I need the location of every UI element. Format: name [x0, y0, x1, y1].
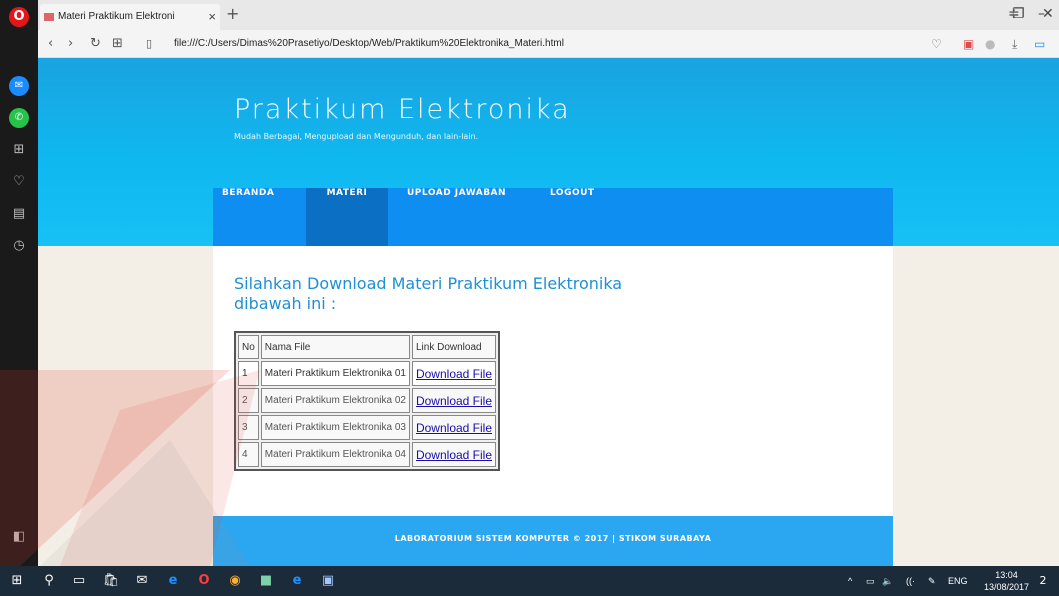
reload-icon[interactable]: ↻: [90, 34, 101, 54]
page-info-icon[interactable]: ▯: [146, 34, 152, 54]
row-link-cell: Download File: [411, 361, 497, 386]
sidebar-toggle-icon[interactable]: ◧: [9, 527, 29, 547]
row-no: 2: [238, 388, 259, 413]
row-file-name: Materi Praktikum Elektronika 03: [260, 415, 410, 440]
search-icon[interactable]: ⚲: [40, 572, 58, 590]
col-header-nama-file: Nama File: [260, 335, 410, 359]
clock-date: 13/08/2017: [983, 582, 1029, 592]
wifi-icon[interactable]: ((·: [906, 574, 915, 588]
download-link[interactable]: Download File: [416, 367, 492, 381]
clock[interactable]: 13:04 13/08/2017: [984, 569, 1029, 593]
row-no: 3: [238, 415, 259, 440]
row-link-cell: Download File: [411, 388, 497, 413]
tab-bar: Materi Praktikum Elektroni × + ≑ –: [38, 0, 1059, 30]
opera-logo-icon[interactable]: O: [9, 7, 29, 27]
battery-saver-icon[interactable]: ▭: [1034, 36, 1045, 52]
download-link[interactable]: Download File: [416, 394, 492, 408]
windows-taskbar: ⊞ ⚲ ▭ 🛍 ✉ e O ◉ ■ e ▣ ^ ▭ 🔈 ((· ✎ ENG 13…: [0, 566, 1059, 596]
close-tab-icon[interactable]: ×: [208, 4, 216, 30]
internet-explorer-icon[interactable]: e: [288, 572, 306, 590]
language-indicator[interactable]: ENG: [948, 574, 968, 588]
close-window-icon[interactable]: ✕: [1042, 4, 1054, 24]
app-icon[interactable]: ■: [257, 572, 275, 590]
news-icon[interactable]: ▤: [9, 204, 29, 224]
row-file-name: Materi Praktikum Elektronika 02: [260, 388, 410, 413]
battery-icon[interactable]: ▭: [866, 574, 875, 588]
site-subtitle: Mudah Berbagai, Mengupload dan Mengunduh…: [234, 132, 479, 141]
notification-icon[interactable]: 2: [1034, 572, 1052, 590]
col-header-no: No: [238, 335, 259, 359]
row-link-cell: Download File: [411, 415, 497, 440]
main-navbar: BERANDA MATERI UPLOAD JAWABAN LOGOUT: [213, 188, 893, 246]
web-page: Praktikum Elektronika Mudah Berbagai, Me…: [38, 58, 1059, 566]
row-no: 1: [238, 361, 259, 386]
materi-table: No Nama File Link Download 1 Materi Prak…: [234, 331, 501, 471]
vpn-icon[interactable]: ●: [985, 36, 995, 52]
site-footer: LABORATORIUM SISTEM KOMPUTER © 2017 | ST…: [213, 516, 893, 566]
screen: O ✉ ✆ ⊞ ♡ ▤ ◷ ◧ Materi Praktikum Elektro…: [0, 0, 1059, 596]
store-icon[interactable]: 🛍: [102, 572, 120, 590]
messenger-icon[interactable]: ✉: [9, 76, 29, 96]
notification-count: 2: [1039, 574, 1047, 587]
clock-time: 13:04: [995, 570, 1018, 580]
whatsapp-icon[interactable]: ✆: [9, 108, 29, 128]
download-link[interactable]: Download File: [416, 448, 492, 462]
bookmark-heart-icon[interactable]: ♡: [931, 36, 942, 52]
tab-title: Materi Praktikum Elektroni: [58, 11, 175, 22]
chrome-icon[interactable]: ◉: [226, 572, 244, 590]
url-field[interactable]: file:///C:/Users/Dimas%20Prasetiyo/Deskt…: [174, 36, 564, 52]
new-tab-button[interactable]: +: [226, 4, 239, 24]
favicon-icon: [44, 13, 54, 21]
address-bar: ‹ › ↻ ⊞ ▯ file:///C:/Users/Dimas%20Prase…: [38, 30, 1059, 58]
site-title: Praktikum Elektronika: [234, 94, 571, 125]
history-icon[interactable]: ◷: [9, 236, 29, 256]
download-link[interactable]: Download File: [416, 421, 492, 435]
pen-icon[interactable]: ✎: [928, 574, 936, 588]
windows-start-icon[interactable]: ⊞: [8, 572, 26, 590]
bookmarks-heart-icon[interactable]: ♡: [9, 172, 29, 192]
speed-dial-button-icon[interactable]: ⊞: [112, 34, 123, 54]
paint-icon[interactable]: ▣: [319, 572, 337, 590]
footer-text: LABORATORIUM SISTEM KOMPUTER © 2017 | ST…: [394, 534, 712, 543]
col-header-link: Link Download: [411, 335, 497, 359]
snapshot-icon[interactable]: ▣: [963, 36, 974, 52]
browser-sidebar: O ✉ ✆ ⊞ ♡ ▤ ◷ ◧: [0, 0, 38, 566]
page-heading: Silahkan Download Materi Praktikum Elekt…: [234, 274, 623, 313]
table-row: 1 Materi Praktikum Elektronika 01 Downlo…: [238, 361, 497, 386]
restore-icon[interactable]: ❐: [1012, 4, 1025, 24]
main-content: Silahkan Download Materi Praktikum Elekt…: [213, 246, 893, 516]
opera-taskbar-icon[interactable]: O: [195, 572, 213, 590]
browser-tab[interactable]: Materi Praktikum Elektroni ×: [40, 4, 220, 30]
table-row: 3 Materi Praktikum Elektronika 03 Downlo…: [238, 415, 497, 440]
table-row: 2 Materi Praktikum Elektronika 02 Downlo…: [238, 388, 497, 413]
nav-logout[interactable]: LOGOUT: [550, 188, 620, 246]
row-link-cell: Download File: [411, 442, 497, 467]
back-icon[interactable]: ‹: [48, 34, 53, 54]
table-row: 4 Materi Praktikum Elektronika 04 Downlo…: [238, 442, 497, 467]
tray-arrow-icon[interactable]: ^: [848, 574, 852, 588]
task-view-icon[interactable]: ▭: [70, 572, 88, 590]
row-file-name: Materi Praktikum Elektronika 04: [260, 442, 410, 467]
row-no: 4: [238, 442, 259, 467]
nav-materi[interactable]: MATERI: [306, 188, 388, 246]
row-file-name: Materi Praktikum Elektronika 01: [260, 361, 410, 386]
table-header-row: No Nama File Link Download: [238, 335, 497, 359]
edge-icon[interactable]: e: [164, 572, 182, 590]
nav-beranda[interactable]: BERANDA: [213, 188, 305, 246]
speed-dial-icon[interactable]: ⊞: [9, 140, 29, 160]
mail-icon[interactable]: ✉: [133, 572, 151, 590]
volume-icon[interactable]: 🔈: [882, 574, 893, 588]
download-icon[interactable]: ⤓: [1012, 36, 1017, 52]
nav-upload-jawaban[interactable]: UPLOAD JAWABAN: [407, 188, 532, 246]
forward-icon[interactable]: ›: [68, 34, 73, 54]
